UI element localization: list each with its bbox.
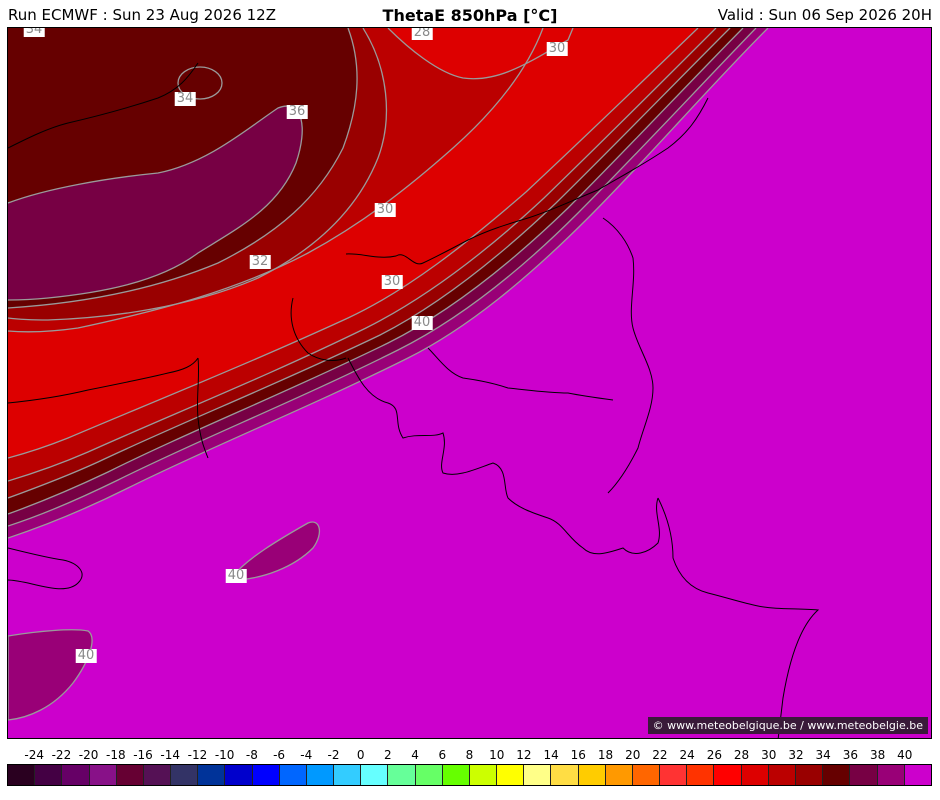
contour-label: 40 [225, 568, 247, 583]
colorbar-swatch [469, 765, 498, 785]
colorbar-swatch [551, 765, 579, 785]
colorbar-tick-label: -22 [51, 748, 72, 762]
colorbar-swatch [198, 765, 226, 785]
colorbar-tick-label: -14 [160, 748, 181, 762]
colorbar-tick-label: -4 [300, 748, 313, 762]
colorbar-tick-label: 24 [679, 748, 695, 762]
colorbar-swatch [524, 765, 552, 785]
colorbar-tick-label: 28 [733, 748, 750, 762]
contour-label: 34 [174, 91, 196, 106]
colorbar-tick-label: 12 [516, 748, 532, 762]
colorbar-tick-label: -18 [106, 748, 126, 762]
colorbar-tick-label: -6 [273, 748, 286, 762]
colorbar-tick-label: 32 [788, 748, 804, 762]
colorbar-swatch [415, 765, 443, 785]
colorbar-swatch [442, 765, 470, 785]
colorbar-tick-label: 6 [438, 748, 447, 762]
credit-text[interactable]: © www.meteobelgique.be / www.meteobelgie… [647, 717, 928, 734]
colorbar-swatch [225, 765, 253, 785]
colorbar-swatch [334, 765, 362, 785]
colorbar-tick-label: 18 [597, 748, 614, 762]
colorbar-swatch [279, 765, 307, 785]
contour-label: 34 [23, 28, 45, 37]
colorbar [7, 764, 932, 786]
colorbar-tick-label: 4 [411, 748, 419, 762]
colorbar-swatch [497, 765, 525, 785]
colorbar-ticks: -24 -22 -20 -18 -16 -14 -12 -10 -8 -6 -4 -2 0 2 4 6 8 10 1… [7, 748, 932, 762]
colorbar-swatch [741, 765, 769, 785]
colorbar-tick-label: 26 [706, 748, 722, 762]
contour-label: 28 [411, 27, 433, 40]
colorbar-swatch [877, 765, 905, 785]
colorbar-tick-label: -24 [24, 748, 45, 762]
colorbar-swatch [632, 765, 661, 785]
colorbar-swatch [62, 765, 90, 785]
colorbar-swatch [306, 765, 335, 785]
colorbar-tick-label: -12 [187, 748, 208, 762]
colorbar-tick-label: 38 [869, 748, 886, 762]
contour-label: 32 [249, 254, 271, 269]
valid-time: Valid : Sun 06 Sep 2026 20H [717, 6, 932, 24]
colorbar-tick-label: -10 [214, 748, 235, 762]
colorbar-tick-label: 30 [761, 748, 777, 762]
colorbar-tick-label: -16 [133, 748, 153, 762]
contour-label: 36 [286, 104, 308, 119]
colorbar-swatch [823, 765, 851, 785]
map-panel[interactable]: 34 28 30 34 36 30 32 30 40 40 40 © www.m… [7, 27, 932, 739]
colorbar-swatch [35, 765, 63, 785]
colorbar-swatch [687, 765, 715, 785]
colorbar-tick-label: 20 [625, 748, 641, 762]
blob-38-southwest [8, 629, 93, 721]
colorbar-swatch [171, 765, 199, 785]
colorbar-swatch [605, 765, 633, 785]
colorbar-tick-label: -20 [78, 748, 99, 762]
colorbar-swatch [578, 765, 606, 785]
colorbar-swatch [795, 765, 824, 785]
colorbar-tick-label: 14 [543, 748, 559, 762]
colorbar-swatch [89, 765, 117, 785]
colorbar-swatch [143, 765, 172, 785]
colorbar-swatch [768, 765, 796, 785]
colorbar-tick-label: 22 [652, 748, 668, 762]
colorbar-tick-label: 2 [384, 748, 392, 762]
colorbar-swatch [252, 765, 280, 785]
colorbar-swatch [116, 765, 144, 785]
colorbar-tick-label: 40 [897, 748, 913, 762]
contour-label: 30 [374, 202, 396, 217]
colorbar-tick-label: 16 [570, 748, 586, 762]
contour-label: 30 [546, 41, 568, 56]
contour-label: 40 [75, 648, 97, 663]
colorbar-tick-label: 10 [489, 748, 505, 762]
contour-label: 40 [411, 315, 433, 330]
colorbar-tick-label: -8 [245, 748, 258, 762]
colorbar-swatch [361, 765, 389, 785]
colorbar-tick-label: 0 [356, 748, 365, 762]
colorbar-tick-label: 8 [465, 748, 474, 762]
colorbar-swatch [8, 765, 36, 785]
colorbar-tick-label: 34 [815, 748, 831, 762]
contour-label: 30 [381, 274, 403, 289]
colorbar-swatch [714, 765, 742, 785]
colorbar-swatch [904, 765, 931, 785]
colorbar-swatch [388, 765, 416, 785]
thetae-map[interactable] [8, 28, 932, 739]
colorbar-tick-label: -2 [327, 748, 340, 762]
colorbar-tick-label: 36 [842, 748, 859, 762]
colorbar-swatch [850, 765, 878, 785]
colorbar-swatch [660, 765, 688, 785]
